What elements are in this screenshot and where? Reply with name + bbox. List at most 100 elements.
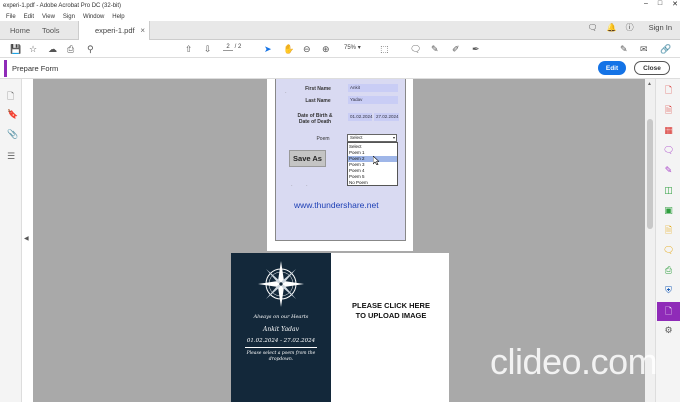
page-total: / 2 [234, 44, 242, 50]
prepare-form-accent [4, 60, 7, 77]
menu-sign[interactable]: Sign [63, 14, 75, 20]
poem-option[interactable]: No Poem [348, 180, 397, 186]
tab-home[interactable]: Home [10, 21, 30, 40]
zoom-out-icon[interactable]: ⊖ [303, 43, 311, 55]
page-up-icon[interactable]: ⇧ [185, 43, 193, 55]
notifications-icon[interactable]: 🔔 [607, 23, 617, 32]
form-marker: · [285, 90, 287, 96]
page-down-icon[interactable]: ⇩ [204, 43, 212, 55]
memorial-dates: 01.02.2024 - 27.02.2024 [246, 338, 316, 344]
edit-pdf-icon[interactable]: ▦ [663, 125, 674, 136]
more-tools-icon[interactable]: ⚙ [663, 325, 674, 336]
memorial-panel: Always on our Hearts Ankit Yadav 01.02.2… [231, 253, 331, 402]
link-icon[interactable]: 🔗 [660, 43, 671, 55]
export-pdf-icon[interactable]: 🗋 [663, 85, 674, 96]
tab-document[interactable]: experi-1.pdf × [78, 21, 150, 40]
sign-icon[interactable]: ✒ [472, 43, 480, 55]
last-name-label: Last Name [305, 98, 331, 104]
zoom-selector[interactable]: 75% ▾ [344, 44, 361, 51]
menu-help[interactable]: Help [112, 14, 124, 20]
prepare-form-bar: Prepare Form Edit Close [0, 58, 680, 79]
highlight-pen-icon[interactable]: ✎ [431, 43, 439, 55]
email-icon[interactable]: ✉ [640, 43, 648, 55]
edit-button[interactable]: Edit [598, 61, 626, 75]
mouse-cursor-icon [373, 156, 379, 165]
menu-edit[interactable]: Edit [24, 14, 34, 20]
menu-file[interactable]: File [6, 14, 16, 20]
form-marker: · [291, 183, 293, 189]
fill-sign-icon[interactable]: ✎ [620, 43, 628, 55]
scroll-up-icon[interactable]: ▲ [647, 81, 652, 87]
close-button[interactable]: Close [634, 61, 670, 75]
acrobat-window: experi-1.pdf - Adobe Acrobat Pro DC (32-… [0, 0, 680, 402]
tab-tools[interactable]: Tools [42, 21, 60, 40]
bookmarks-icon[interactable]: 🔖 [7, 109, 18, 120]
upload-label-line1: PLEASE CLICK HERE [352, 301, 430, 310]
draw-icon[interactable]: ✐ [452, 43, 460, 55]
date-of-birth-field[interactable]: 01.02.2024 [348, 113, 373, 121]
pdf-page-2: Always on our Hearts Ankit Yadav 01.02.2… [231, 253, 449, 402]
right-tools-pane: 🗋 🗎 ▦ 🗨 ✎ ◫ ▣ 🗎 🗨 ⎙ ⛨ 🗋 ⚙ [655, 79, 680, 402]
page-indicator[interactable]: 2 / 2 [223, 44, 241, 51]
chat-icon[interactable]: 🗨 [588, 23, 598, 32]
scan-ocr-icon[interactable]: 🗎 [663, 225, 674, 236]
window-title: experi-1.pdf - Adobe Acrobat Pro DC (32-… [3, 3, 122, 9]
chevron-down-icon: ▾ [392, 135, 395, 140]
close-window-icon[interactable]: ✕ [672, 0, 678, 8]
page-current[interactable]: 2 [223, 44, 233, 51]
fit-page-icon[interactable]: ⬚ [380, 43, 389, 55]
header-actions: 🗨 🔔 ⓘ Sign In [588, 22, 672, 33]
send-for-comments-icon[interactable]: 🗨 [663, 245, 674, 256]
collapse-left-pane-icon[interactable]: ◀ [24, 235, 29, 242]
minimize-icon[interactable]: – [644, 0, 648, 8]
attachments-icon[interactable]: 📎 [7, 129, 18, 140]
comment-icon[interactable]: 🗨 [410, 43, 421, 55]
print-production-icon[interactable]: ⎙ [663, 265, 674, 276]
save-as-button[interactable]: Save As [289, 150, 326, 167]
zoom-value: 75% [344, 45, 357, 51]
upload-image-button[interactable]: PLEASE CLICK HERE TO UPLOAD IMAGE [341, 301, 441, 321]
protect-icon[interactable]: ⛨ [663, 285, 674, 296]
toolbar: 💾 ☆ ☁ ⎙ ⚲ ⇧ ⇩ 2 / 2 ➤ ✋ ⊖ ⊕ 75% ▾ ⬚ 🗨 ✎ … [0, 40, 680, 58]
fill-sign-tool-icon[interactable]: ✎ [663, 165, 674, 176]
comment-tool-icon[interactable]: 🗨 [663, 145, 674, 156]
scrollbar-thumb[interactable] [647, 119, 653, 229]
sign-in-link[interactable]: Sign In [649, 23, 672, 32]
memorial-divider [245, 347, 317, 348]
help-icon[interactable]: ⓘ [626, 22, 634, 33]
website-link[interactable]: www.thundershare.net [294, 200, 379, 210]
upload-label-line2: TO UPLOAD IMAGE [355, 311, 427, 320]
pages-icon[interactable]: 🗋 [7, 89, 14, 105]
search-icon[interactable]: ⚲ [87, 43, 94, 55]
title-bar: experi-1.pdf - Adobe Acrobat Pro DC (32-… [0, 0, 680, 12]
hand-tool-icon[interactable]: ✋ [283, 43, 294, 55]
organize-pages-icon[interactable]: ▣ [663, 205, 674, 216]
date-of-death-field[interactable]: 27.02.2024 [374, 113, 399, 121]
compass-rose-icon [258, 261, 304, 307]
bookmark-star-icon[interactable]: ☆ [29, 43, 37, 55]
upload-cloud-icon[interactable]: ☁ [48, 43, 57, 55]
create-pdf-icon[interactable]: 🗎 [663, 105, 674, 116]
last-name-field[interactable]: Yadav [348, 96, 398, 104]
form-marker: · [306, 183, 308, 189]
maximize-icon[interactable]: □ [658, 0, 662, 8]
memorial-name: Ankit Yadav [263, 326, 299, 333]
tab-document-label: experi-1.pdf [95, 26, 135, 35]
print-icon[interactable]: ⎙ [67, 43, 74, 55]
first-name-label: First Name [305, 86, 331, 92]
save-icon[interactable]: 💾 [10, 43, 21, 55]
memorial-note-line2: dropdown. [268, 357, 294, 362]
tab-row: Home Tools experi-1.pdf × [0, 21, 680, 40]
select-cursor-icon[interactable]: ➤ [264, 43, 272, 55]
first-name-field[interactable]: Ankit [348, 84, 398, 92]
menu-view[interactable]: View [42, 14, 55, 20]
chevron-down-icon: ▾ [357, 45, 361, 51]
zoom-in-icon[interactable]: ⊕ [322, 43, 330, 55]
combine-files-icon[interactable]: ◫ [663, 185, 674, 196]
poem-select[interactable]: Select ▾ [347, 134, 397, 142]
close-tab-icon[interactable]: × [140, 26, 145, 35]
dates-label: Date of Birth & Date of Death [290, 113, 340, 125]
layers-icon[interactable]: ☰ [7, 151, 15, 162]
menu-window[interactable]: Window [83, 14, 104, 20]
memorial-heading: Always on our Hearts [253, 314, 309, 320]
